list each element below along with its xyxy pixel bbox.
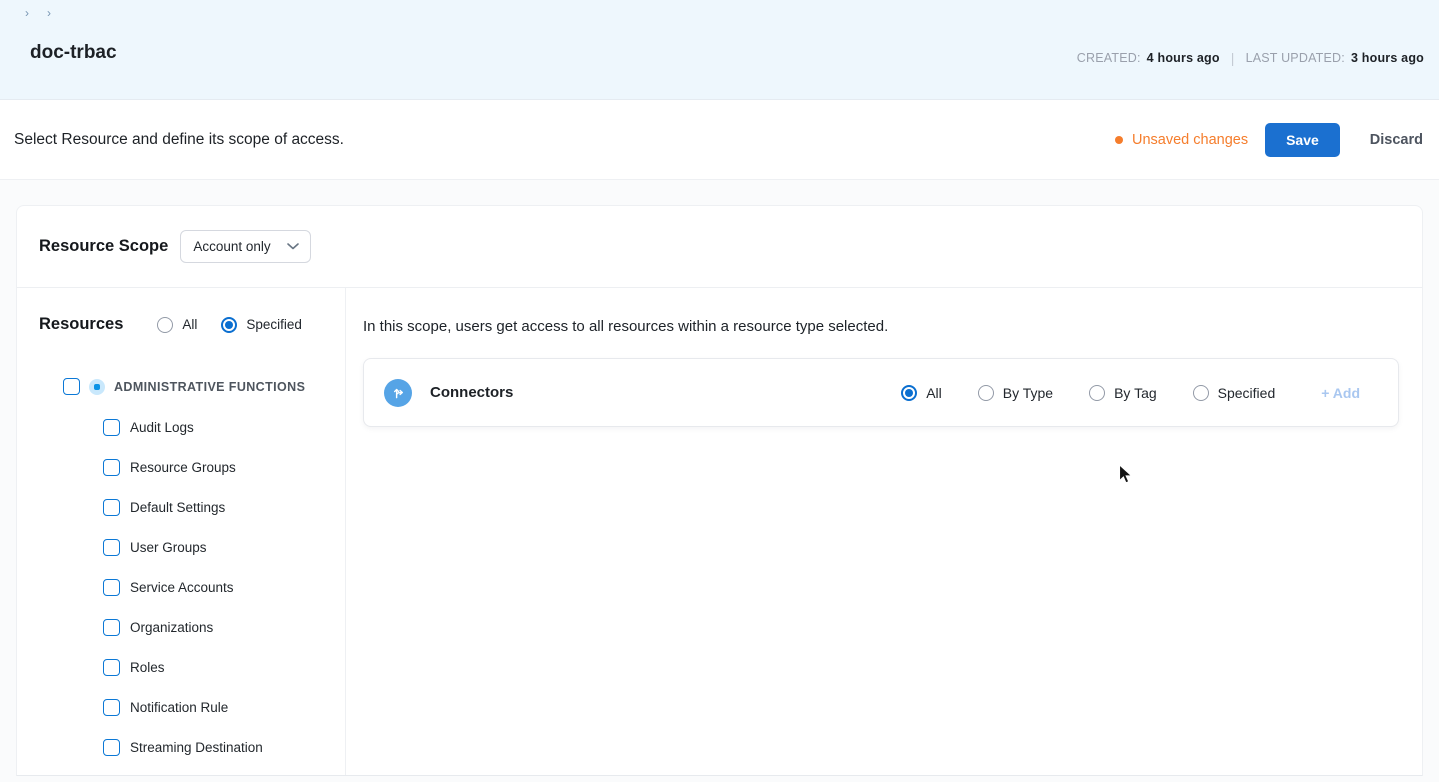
resource-type-item[interactable]: Service Accounts <box>17 567 345 607</box>
updated-label: LAST UPDATED: <box>1245 51 1345 65</box>
radio-label[interactable]: All <box>926 385 942 401</box>
radio-icon[interactable] <box>157 316 174 333</box>
toolbar-actions: Unsaved changes Save Discard <box>1115 122 1423 157</box>
resource-label[interactable]: Notification Rule <box>130 700 228 715</box>
card-columns: Resources All Specified ADMINISTRATIVE F… <box>17 288 1422 775</box>
resource-scope-value: Account only <box>193 239 271 254</box>
resource-checkbox[interactable] <box>103 498 120 516</box>
group-checkbox[interactable] <box>63 378 80 395</box>
add-button[interactable]: + Add <box>1321 385 1360 401</box>
resource-label[interactable]: Roles <box>130 660 165 675</box>
resource-scope-label: Resource Scope <box>39 237 169 255</box>
resource-type-item[interactable]: Notification Rule <box>17 687 345 727</box>
resources-mode-option[interactable]: All <box>157 316 197 333</box>
resource-type-tree: ADMINISTRATIVE FUNCTIONS Audit Logs Reso… <box>17 378 345 767</box>
connectors-resource-row: Connectors All By Type By Tag Specified … <box>363 358 1399 427</box>
resource-type-item[interactable]: Audit Logs <box>17 407 345 447</box>
resource-group-card: Resource Scope Account only Resources Al… <box>16 205 1423 776</box>
created-value: 4 hours ago <box>1146 51 1220 65</box>
resource-label[interactable]: Default Settings <box>130 500 225 515</box>
resource-label[interactable]: User Groups <box>130 540 207 555</box>
resource-label[interactable]: Resource Groups <box>130 460 236 475</box>
unsaved-dot-icon <box>1115 135 1124 144</box>
access-option[interactable]: Specified <box>1192 384 1276 401</box>
group-label: ADMINISTRATIVE FUNCTIONS <box>114 379 306 394</box>
resource-scope-select[interactable]: Account only <box>180 230 312 263</box>
created-label: CREATED: <box>1076 51 1141 65</box>
access-option[interactable]: By Type <box>977 384 1053 401</box>
radio-label[interactable]: By Tag <box>1114 385 1157 401</box>
chevron-down-icon <box>287 243 300 250</box>
resources-panel: Resources All Specified ADMINISTRATIVE F… <box>17 288 346 775</box>
access-option[interactable]: All <box>901 384 942 401</box>
resource-checkbox[interactable] <box>103 618 120 636</box>
resources-mode-radio-group: All Specified <box>157 316 302 333</box>
radio-icon[interactable] <box>1089 384 1106 401</box>
radio-icon[interactable] <box>977 384 994 401</box>
updated-value: 3 hours ago <box>1350 51 1424 65</box>
radio-label[interactable]: Specified <box>1218 385 1276 401</box>
meta-divider: | <box>1230 50 1235 66</box>
radio-label[interactable]: Specified <box>246 317 302 332</box>
tree-group-row[interactable]: ADMINISTRATIVE FUNCTIONS <box>17 378 345 395</box>
page: › › doc-trbac CREATED: 4 hours ago | LAST… <box>0 0 1439 782</box>
page-header: › › doc-trbac CREATED: 4 hours ago | LAST… <box>0 0 1439 100</box>
radio-icon[interactable] <box>901 384 918 401</box>
group-collapse-icon[interactable] <box>89 378 105 395</box>
resource-type-item[interactable]: User Groups <box>17 527 345 567</box>
breadcrumb-separator: › <box>47 6 51 20</box>
resource-type-list: Audit Logs Resource Groups Default Setti… <box>17 407 345 767</box>
unsaved-changes-label: Unsaved changes <box>1132 131 1249 148</box>
resources-mode-option[interactable]: Specified <box>221 316 302 333</box>
resource-checkbox[interactable] <box>103 738 120 756</box>
toolbar-description: Select Resource and define its scope of … <box>14 130 344 148</box>
resource-type-item[interactable]: Roles <box>17 647 345 687</box>
scope-note: In this scope, users get access to all r… <box>363 318 889 335</box>
radio-label[interactable]: By Type <box>1003 385 1053 401</box>
resource-label[interactable]: Streaming Destination <box>130 740 263 755</box>
radio-label[interactable]: All <box>182 317 197 332</box>
radio-icon[interactable] <box>1192 384 1209 401</box>
resource-type-item[interactable]: Default Settings <box>17 487 345 527</box>
resource-scope-row: Resource Scope Account only <box>17 206 1422 288</box>
access-option[interactable]: By Tag <box>1089 384 1157 401</box>
resource-checkbox[interactable] <box>103 418 120 436</box>
resource-checkbox[interactable] <box>103 538 120 556</box>
action-toolbar: Select Resource and define its scope of … <box>0 100 1439 180</box>
resource-type-item[interactable]: Streaming Destination <box>17 727 345 767</box>
header-meta: CREATED: 4 hours ago | LAST UPDATED: 3 h… <box>1077 50 1424 66</box>
breadcrumb: › › <box>0 0 1439 20</box>
resource-checkbox[interactable] <box>103 578 120 596</box>
radio-icon[interactable] <box>221 316 238 333</box>
resource-row-name: Connectors <box>430 384 514 401</box>
connectors-branch-icon <box>384 378 412 407</box>
resources-panel-header: Resources All Specified <box>17 288 345 334</box>
resource-checkbox[interactable] <box>103 458 120 476</box>
scope-detail-panel: In this scope, users get access to all r… <box>346 288 1422 775</box>
page-title: doc-trbac <box>30 42 117 63</box>
resources-title: Resources <box>39 315 124 333</box>
discard-button[interactable]: Discard <box>1370 132 1423 148</box>
resource-label[interactable]: Service Accounts <box>130 580 234 595</box>
resource-type-item[interactable]: Resource Groups <box>17 447 345 487</box>
resource-checkbox[interactable] <box>103 658 120 676</box>
connectors-access-radio-group: All By Type By Tag Specified <box>901 384 1276 401</box>
resource-type-item[interactable]: Organizations <box>17 607 345 647</box>
breadcrumb-separator: › <box>25 6 29 20</box>
resource-label[interactable]: Audit Logs <box>130 420 194 435</box>
save-button[interactable]: Save <box>1265 122 1340 157</box>
resource-checkbox[interactable] <box>103 698 120 716</box>
resource-label[interactable]: Organizations <box>130 620 213 635</box>
